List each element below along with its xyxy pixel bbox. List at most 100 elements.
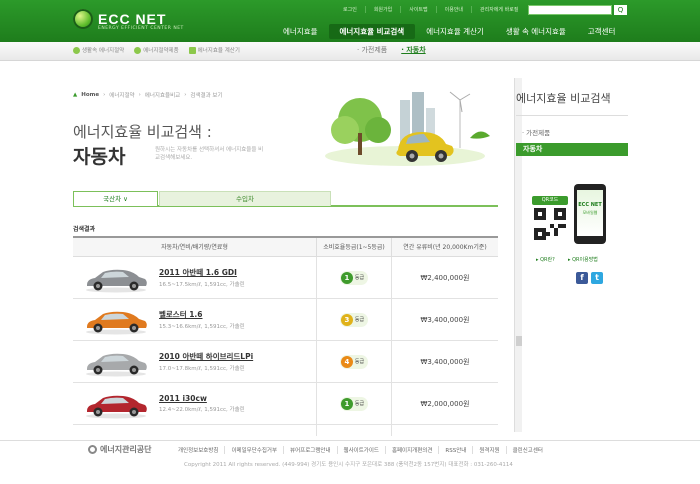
car-name-link[interactable]: 2011 아반떼 1.6 GDI bbox=[159, 267, 245, 278]
car-info: 벨로스터 1.6 15.3~16.6km/ℓ, 1,591cc, 가솔린 bbox=[159, 309, 245, 330]
page-title-strong: 자동차 bbox=[73, 146, 126, 168]
phone-app-name: ECC NET bbox=[578, 202, 602, 208]
car-cell: 2010 아반떼 하이브리드LPi 17.0~17.8km/ℓ, 1,591cc,… bbox=[73, 341, 317, 382]
twitter-icon[interactable]: t bbox=[591, 272, 603, 284]
logo-sub: ENERGY EFFICIENT CENTER NET bbox=[98, 26, 184, 31]
facebook-icon[interactable]: f bbox=[576, 272, 588, 284]
car-info: 2011 아반떼 1.6 GDI 16.5~17.5km/ℓ, 1,591cc, … bbox=[159, 267, 245, 288]
table-row[interactable]: 2011 i30cw 12.4~22.0km/ℓ, 1,591cc, 가솔린 1 등급… bbox=[73, 383, 498, 425]
table-row[interactable]: 벨로스터 1.6 15.3~16.6km/ℓ, 1,591cc, 가솔린 3 등급 ₩3… bbox=[73, 299, 498, 341]
page-scrollbar[interactable] bbox=[514, 78, 522, 432]
gnb-efficiency[interactable]: 에너지효율 bbox=[272, 24, 329, 39]
hero-illustration bbox=[325, 91, 490, 166]
quick-link-2[interactable]: 에너지절약제품 bbox=[134, 46, 179, 54]
gnb-daily-life[interactable]: 생활 속 에너지효율 bbox=[495, 24, 577, 39]
grade-cell: 1 등급 bbox=[317, 383, 392, 424]
grade-badge: 1 등급 bbox=[339, 270, 369, 285]
quick-links: 생활속 에너지절약 에너지절약제품 에너지효율 계산기 bbox=[73, 46, 240, 54]
quick-link-1[interactable]: 생활속 에너지절약 bbox=[73, 46, 124, 54]
origin-tabs: 국산차 ∨ 수입차 bbox=[73, 191, 498, 207]
grade-badge: 4 등급 bbox=[339, 354, 369, 369]
table-row[interactable]: 2010 아반떼 하이브리드LPi 17.0~17.8km/ℓ, 1,591cc,… bbox=[73, 341, 498, 383]
table-row[interactable]: 2010 i30 bbox=[73, 425, 498, 436]
footer-logo-icon bbox=[88, 445, 97, 454]
car-cell: 2010 i30 bbox=[73, 425, 317, 436]
result-table: 자동차/연비/배기량/연료형 소비효율등급(1~5등급) 연간 유류비(년 20… bbox=[73, 236, 498, 436]
footer-logo[interactable]: 에너지관리공단 bbox=[88, 444, 152, 455]
footer-link[interactable]: 이메일무단수집거부 bbox=[224, 446, 283, 454]
quick-link-3[interactable]: 에너지효율 계산기 bbox=[188, 46, 240, 54]
gnb-compare-search[interactable]: 에너지효율 비교검색 bbox=[328, 24, 416, 39]
footer-link[interactable]: RSS안내 bbox=[438, 446, 472, 454]
sidebar-item-cars[interactable]: 자동차 bbox=[516, 143, 628, 156]
car-thumbnail bbox=[81, 431, 151, 437]
fuel-cost-cell bbox=[392, 425, 498, 436]
grade-label: 등급 bbox=[354, 401, 365, 407]
recycle-icon bbox=[73, 46, 80, 54]
grade-label: 등급 bbox=[354, 359, 365, 365]
phone-app-sub: 모바일웹 bbox=[582, 210, 598, 215]
car-info: 2011 i30cw 12.4~22.0km/ℓ, 1,591cc, 가솔린 bbox=[159, 394, 245, 413]
utility-nav: 로그인 회원가입 사이트맵 이용안내 관리자에게 바로질 bbox=[335, 6, 526, 13]
phone-screen: ECC NET 모바일웹 bbox=[577, 190, 603, 236]
gnb-customer-center[interactable]: 고객센터 bbox=[577, 24, 627, 39]
column-header: 자동차/연비/배기량/연료형 bbox=[73, 238, 317, 256]
grade-cell: 4 등급 bbox=[317, 341, 392, 382]
grade-badge: 1 등급 bbox=[339, 396, 369, 411]
qr-link-what[interactable]: ▸ QR란? bbox=[536, 256, 555, 263]
utility-admin[interactable]: 관리자에게 바로질 bbox=[471, 6, 526, 13]
utility-sitemap[interactable]: 사이트맵 bbox=[400, 6, 435, 13]
subnav-appliances[interactable]: · 가전제품 bbox=[357, 45, 387, 55]
footer-link[interactable]: 원격지원 bbox=[472, 446, 505, 454]
search-icon[interactable]: Q bbox=[614, 5, 627, 15]
result-label: 검색결과 bbox=[73, 226, 96, 233]
site-logo[interactable]: ECC NET ENERGY EFFICIENT CENTER NET bbox=[73, 9, 183, 31]
gnb-calculator[interactable]: 에너지효율 계산기 bbox=[415, 24, 495, 39]
utility-join[interactable]: 회원가입 bbox=[364, 6, 400, 13]
footer-link[interactable]: 클린신고센터 bbox=[505, 446, 549, 454]
breadcrumb-item[interactable]: 에너지절약 bbox=[109, 91, 134, 99]
utility-guide[interactable]: 이용안내 bbox=[435, 6, 471, 13]
footer-link[interactable]: 홈페이지개편의견 bbox=[384, 446, 438, 454]
social-links: f t bbox=[576, 272, 603, 284]
page-description: 원하시는 자동차를 선택하셔서 에너지효율을 비교검색해보세요. bbox=[155, 147, 264, 162]
breadcrumb-item[interactable]: 에너지효율비교 bbox=[145, 91, 180, 99]
column-header: 소비효율등급(1~5등급) bbox=[317, 238, 392, 256]
qr-promo: QR코드 ECC NET 모바일웹 ▸ QR란? ▸ QR이용방법 bbox=[532, 184, 608, 270]
footer-links: 개인정보보호방침 이메일무단수집거부 뷰어프로그램안내 웹사이트가이드 홈페이지개편의견… bbox=[172, 446, 549, 454]
footer-link[interactable]: 웹사이트가이드 bbox=[336, 446, 385, 454]
breadcrumb-sep-icon: › bbox=[184, 92, 187, 98]
car-name-link[interactable]: 2010 아반떼 하이브리드LPi bbox=[159, 351, 253, 362]
home-icon[interactable]: ▲ bbox=[73, 92, 77, 98]
sidebar-item-appliances[interactable]: · 가전제품 bbox=[522, 127, 550, 137]
footer-link[interactable]: 개인정보보호방침 bbox=[172, 446, 224, 454]
car-thumbnail bbox=[86, 395, 147, 418]
car-thumbnail bbox=[86, 311, 147, 334]
car-spec: 12.4~22.0km/ℓ, 1,591cc, 가솔린 bbox=[159, 407, 245, 413]
car-spec: 17.0~17.8km/ℓ, 1,591cc, 가솔린 bbox=[159, 366, 245, 372]
qr-code-icon bbox=[534, 208, 566, 240]
car-name-link[interactable]: 벨로스터 1.6 bbox=[159, 309, 245, 320]
utility-login[interactable]: 로그인 bbox=[335, 6, 365, 13]
subnav-cars[interactable]: · 자동차 bbox=[401, 45, 425, 55]
breadcrumb-sep-icon: › bbox=[138, 92, 141, 98]
table-row[interactable]: 2011 아반떼 1.6 GDI 16.5~17.5km/ℓ, 1,591cc, … bbox=[73, 257, 498, 299]
tab-imported[interactable]: 수입차 bbox=[159, 191, 331, 206]
tab-domestic[interactable]: 국산차 ∨ bbox=[73, 191, 158, 206]
grade-label: 등급 bbox=[354, 275, 365, 281]
car-thumbnail bbox=[86, 353, 147, 376]
grade-number: 1 bbox=[340, 271, 353, 284]
phone-mockup: ECC NET 모바일웹 bbox=[574, 184, 606, 244]
grade-cell bbox=[317, 425, 392, 436]
car-name-link[interactable]: 2011 i30cw bbox=[159, 394, 245, 403]
grade-number: 4 bbox=[340, 355, 353, 368]
grade-badge: 3 등급 bbox=[339, 312, 369, 327]
breadcrumb-home[interactable]: Home bbox=[81, 92, 99, 98]
grade-label: 등급 bbox=[354, 317, 365, 323]
qr-link-howto[interactable]: ▸ QR이용방법 bbox=[568, 256, 598, 263]
scrollbar-thumb[interactable] bbox=[516, 336, 522, 346]
search-input[interactable] bbox=[528, 5, 612, 15]
car-info: 2010 아반떼 하이브리드LPi 17.0~17.8km/ℓ, 1,591cc,… bbox=[159, 351, 253, 372]
footer-link[interactable]: 뷰어프로그램안내 bbox=[283, 446, 336, 454]
quick-label: 생활속 에너지절약 bbox=[82, 48, 125, 54]
